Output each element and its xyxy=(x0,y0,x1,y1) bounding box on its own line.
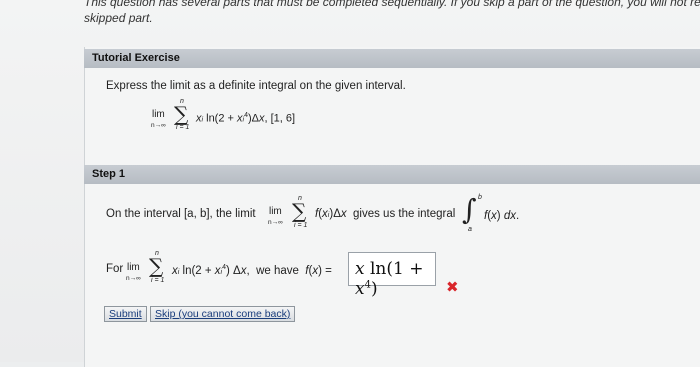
sum-symbol: ∑ xyxy=(174,102,189,126)
for-label: For xyxy=(106,263,124,275)
intro-line-2: skipped part. xyxy=(84,11,153,25)
for-sum-lower: i = 1 xyxy=(151,277,165,284)
sum-upper-limit: n xyxy=(180,98,184,105)
answer-input[interactable]: x ln(1 + x4) xyxy=(348,252,436,299)
integral-upper-b: b xyxy=(478,194,482,201)
for-sum-upper: n xyxy=(155,250,159,257)
for-expression: xi ln(2 + xi4) Δx, we have f(x) = xyxy=(172,264,332,277)
tutorial-header: Tutorial Exercise xyxy=(84,49,700,68)
submit-button[interactable]: Submit xyxy=(104,306,147,322)
step-sum-lower: i = 1 xyxy=(294,222,308,229)
sum-lower-limit: i = 1 xyxy=(176,124,190,131)
step-sum-upper: n xyxy=(298,195,302,202)
answer-value: x ln(1 + x4) xyxy=(355,259,424,299)
skip-button[interactable]: Skip (you cannot come back) xyxy=(150,306,296,322)
for-sum-symbol: ∑ xyxy=(149,254,164,278)
step-limit-symbol: lim n→∞ xyxy=(268,206,283,227)
integral-symbol: ∫ xyxy=(462,193,477,226)
limit-symbol: lim n→∞ xyxy=(151,109,166,130)
intro-line-1: This question has several parts that mus… xyxy=(84,0,700,9)
incorrect-x-icon: ✖ xyxy=(446,279,459,296)
tutorial-expression: xi ln(2 + xi4)Δx, [1, 6] xyxy=(196,112,296,125)
step-header: Step 1 xyxy=(84,165,700,184)
integral-lower-a: a xyxy=(468,226,472,233)
step-sentence-end: f(x) dx. xyxy=(484,210,520,222)
tutorial-instruction: Express the limit as a definite integral… xyxy=(106,80,406,92)
step-sentence-start: On the interval [a, b], the limit xyxy=(106,208,256,220)
intro-text: This question has several parts that mus… xyxy=(84,0,700,26)
for-limit-symbol: lim n→∞ xyxy=(126,262,141,283)
step-sentence-mid: f(xi)Δx gives us the integral xyxy=(315,208,456,220)
step-sum-symbol: ∑ xyxy=(292,199,307,223)
